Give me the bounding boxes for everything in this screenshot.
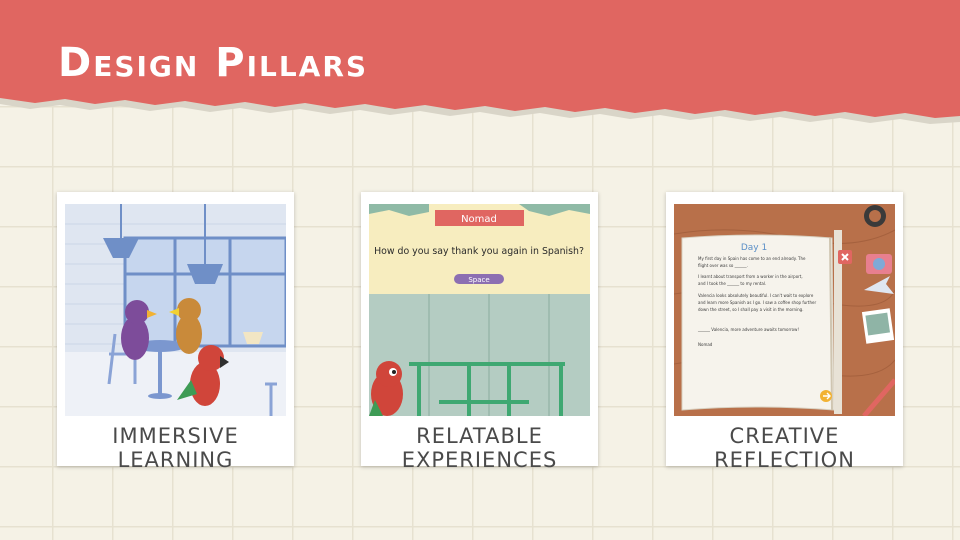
slide-title: Design Pillars: [58, 40, 369, 86]
pillar-card-immersive-learning: IMMERSIVE LEARNING: [57, 192, 294, 472]
journal-line: down the street, so I shall pay a visit …: [698, 307, 804, 312]
journal-line: Nomad: [698, 342, 713, 347]
journal-screenshot: Day 1 My first day in Spain has come to …: [674, 204, 895, 416]
pillar-card-creative-reflection: Day 1 My first day in Spain has come to …: [666, 192, 903, 472]
pillar-caption: CREATIVE REFLECTION: [714, 424, 855, 472]
journal-line: My first day in Spain has come to an end…: [698, 256, 806, 261]
dialogue-question-text: How do you say thank you again in Spanis…: [374, 246, 584, 257]
journal-line: ______ Valencia, more adventure awaits t…: [697, 327, 799, 332]
pillar-caption: RELATABLE EXPERIENCES: [401, 424, 558, 472]
journal-line: and I took the ______ to my rental.: [698, 281, 766, 286]
pillar-card-relatable-experiences: Nomad How do you say thank you again in …: [361, 192, 598, 472]
space-key-prompt: Space: [468, 276, 489, 284]
journal-line: and learn more Spanish as I go. I saw a …: [698, 300, 816, 305]
speaker-name-label: Nomad: [461, 214, 497, 225]
game-dialogue-screenshot: Nomad How do you say thank you again in …: [369, 204, 590, 416]
journal-line: flight over was so ______.: [698, 263, 748, 268]
journal-day-heading: Day 1: [741, 243, 767, 253]
cafe-scene-illustration: [65, 204, 286, 416]
journal-line: I learnt about transport from a worker i…: [698, 274, 803, 279]
pillar-caption: IMMERSIVE LEARNING: [112, 424, 239, 472]
journal-line: Valencia looks absolutely beautiful. I c…: [698, 293, 814, 298]
